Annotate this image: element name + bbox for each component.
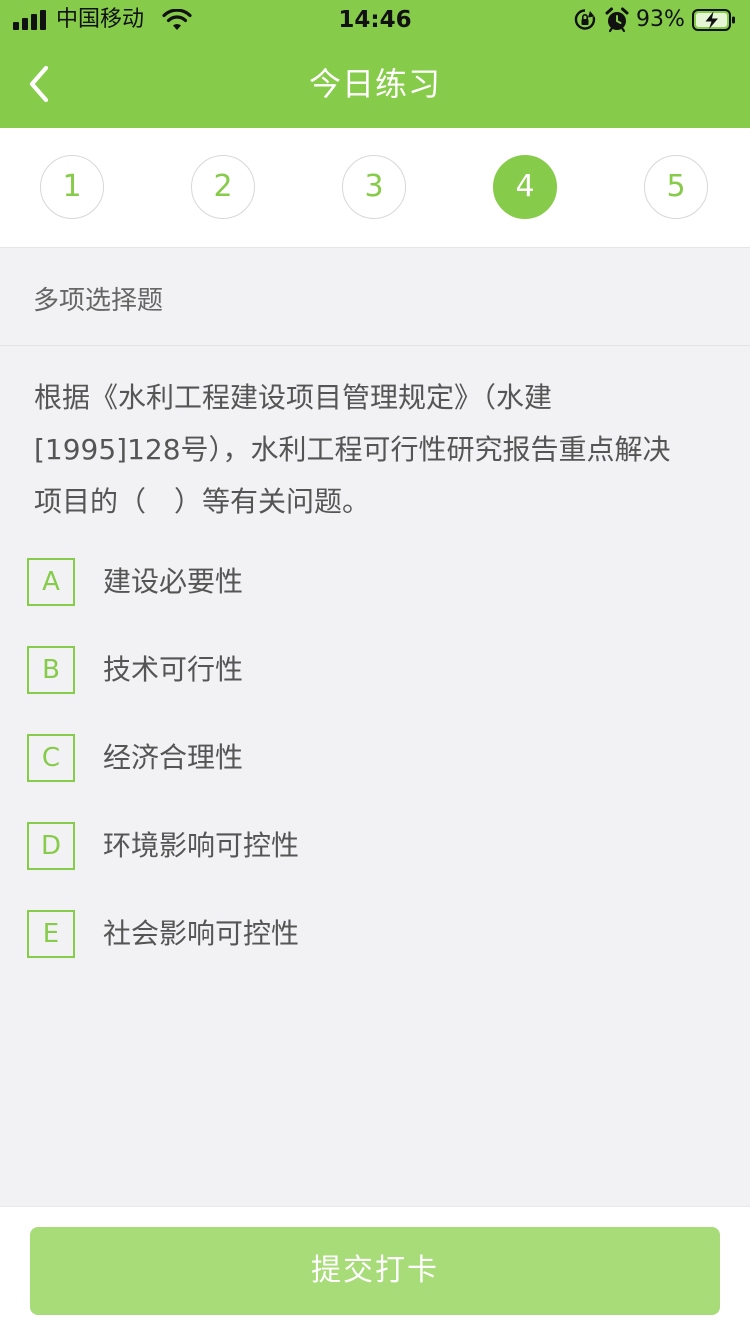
question-type-bar: 多项选择题 [0, 248, 750, 346]
question-text: 根据《水利工程建设项目管理规定》（水建 [1995]128号），水利工程可行性研… [34, 372, 714, 528]
option-b[interactable]: B 技术可行性 [27, 646, 717, 694]
question-number-3[interactable]: 3 [342, 155, 406, 219]
submit-checkin-button[interactable]: 提交打卡 [30, 1227, 720, 1315]
question-number-5[interactable]: 5 [644, 155, 708, 219]
option-label: 建设必要性 [103, 565, 244, 598]
option-letter-box[interactable]: A [27, 558, 75, 606]
bottom-bar: 提交打卡 [0, 1206, 750, 1335]
option-label: 社会影响可控性 [103, 917, 300, 950]
rotation-lock-icon [574, 9, 596, 30]
battery-percent: 93% [636, 7, 685, 32]
option-a[interactable]: A 建设必要性 [27, 558, 717, 606]
question-text-line-2: [1995]128号），水利工程可行性研究报告重点解决 [34, 433, 671, 466]
option-letter-box[interactable]: C [27, 734, 75, 782]
battery-charging-icon [692, 9, 735, 31]
page-title: 今日练习 [308, 65, 441, 103]
option-label: 环境影响可控性 [103, 829, 300, 862]
question-type-label: 多项选择题 [33, 286, 164, 316]
question-text-line-1: 根据《水利工程建设项目管理规定》（水建 [34, 381, 553, 414]
option-letter-box[interactable]: B [27, 646, 75, 694]
question-number-4-current[interactable]: 4 [493, 155, 557, 219]
option-label: 经济合理性 [103, 741, 244, 774]
question-number-2[interactable]: 2 [191, 155, 255, 219]
back-chevron-icon[interactable] [18, 60, 62, 108]
option-letter-box[interactable]: E [27, 910, 75, 958]
option-d[interactable]: D 环境影响可控性 [27, 822, 717, 870]
option-label: 技术可行性 [103, 653, 244, 686]
option-c[interactable]: C 经济合理性 [27, 734, 717, 782]
question-text-line-3: 项目的（ ）等有关问题。 [34, 485, 371, 518]
nav-header: 今日练习 [0, 40, 750, 128]
option-letter-box[interactable]: D [27, 822, 75, 870]
question-number-strip: 1 2 3 4 5 [0, 128, 750, 248]
top-bar: 中国移动 14:46 93% 今日练习 [0, 0, 750, 128]
option-e[interactable]: E 社会影响可控性 [27, 910, 717, 958]
question-number-1[interactable]: 1 [40, 155, 104, 219]
status-bar: 中国移动 14:46 93% [0, 0, 750, 40]
alarm-icon [605, 7, 629, 33]
